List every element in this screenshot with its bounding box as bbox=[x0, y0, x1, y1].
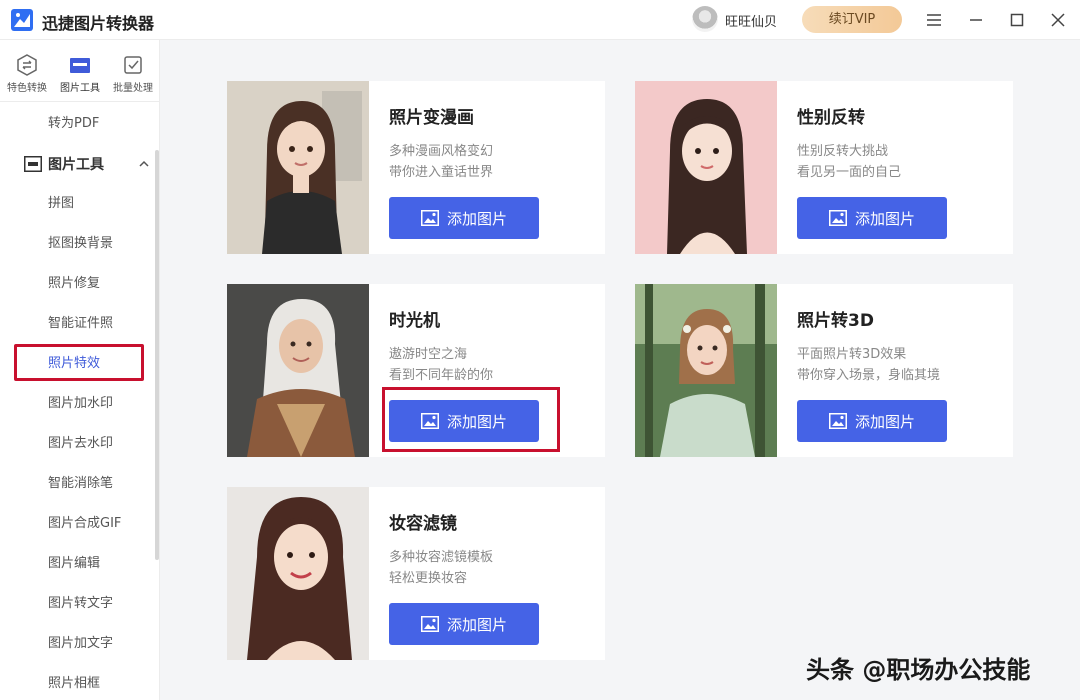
sidebar-top-tabs: 特色转换 图片工具 批量处理 bbox=[0, 40, 160, 102]
card-desc-line2: 轻松更换妆容 bbox=[389, 571, 468, 586]
image-add-icon bbox=[420, 210, 439, 226]
comic-portrait-image bbox=[227, 81, 369, 254]
sidebar-item-id-photo[interactable]: 智能证件照 bbox=[48, 314, 113, 334]
card-desc-line1: 平面照片转3D效果 bbox=[797, 347, 907, 362]
card-title: 照片转3D bbox=[797, 311, 874, 331]
sidebar-item-cutout[interactable]: 抠图换背景 bbox=[48, 234, 113, 254]
add-image-button[interactable]: 添加图片 bbox=[389, 603, 539, 645]
sidebar-item-photo-frame[interactable]: 照片相框 bbox=[48, 674, 100, 694]
avatar[interactable] bbox=[692, 6, 718, 32]
button-highlight-box bbox=[382, 387, 560, 452]
add-image-label: 添加图片 bbox=[854, 412, 915, 431]
sidebar-item-add-watermark[interactable]: 图片加水印 bbox=[48, 394, 113, 414]
image-add-icon bbox=[828, 413, 847, 429]
batch-icon bbox=[124, 56, 142, 74]
sidebar-scrollbar[interactable] bbox=[155, 150, 159, 560]
time-machine-portrait-image bbox=[227, 284, 369, 457]
tab-label: 图片工具 bbox=[60, 83, 100, 94]
sidebar-item-remove-watermark[interactable]: 图片去水印 bbox=[48, 434, 113, 454]
feature-card-comic: 照片变漫画 多种漫画风格变幻 带你进入童话世界 添加图片 bbox=[227, 81, 605, 254]
sidebar-item-smart-eraser[interactable]: 智能消除笔 bbox=[48, 474, 113, 494]
sidebar-item-add-text[interactable]: 图片加文字 bbox=[48, 634, 113, 654]
feature-card-makeup-filter: 妆容滤镜 多种妆容滤镜模板 轻松更换妆容 添加图片 bbox=[227, 487, 605, 660]
add-image-button[interactable]: 添加图片 bbox=[797, 400, 947, 442]
sidebar-item-photo-repair[interactable]: 照片修复 bbox=[48, 274, 100, 294]
card-title: 性别反转 bbox=[797, 108, 865, 128]
tab-special-convert[interactable]: 特色转换 bbox=[0, 40, 52, 102]
username[interactable]: 旺旺仙贝 bbox=[725, 11, 777, 30]
card-desc-line1: 多种漫画风格变幻 bbox=[389, 144, 494, 159]
tab-label: 批量处理 bbox=[113, 83, 153, 94]
card-title: 照片变漫画 bbox=[389, 108, 474, 128]
image-tools-icon bbox=[24, 156, 42, 172]
tab-image-tools[interactable]: 图片工具 bbox=[53, 40, 105, 102]
card-desc-line2: 看到不同年龄的你 bbox=[389, 368, 494, 383]
card-title: 妆容滤镜 bbox=[389, 514, 457, 534]
maximize-icon[interactable] bbox=[1005, 8, 1029, 32]
add-image-button[interactable]: 添加图片 bbox=[797, 197, 947, 239]
app-logo-icon bbox=[11, 9, 33, 31]
tab-batch[interactable]: 批量处理 bbox=[106, 40, 158, 102]
feature-card-gender-swap: 性别反转 性别反转大挑战 看见另一面的自己 添加图片 bbox=[635, 81, 1013, 254]
sidebar-item-to-pdf[interactable]: 转为PDF bbox=[48, 114, 99, 134]
card-desc-line1: 遨游时空之海 bbox=[389, 347, 468, 362]
close-icon[interactable] bbox=[1046, 8, 1070, 32]
card-desc-line1: 多种妆容滤镜模板 bbox=[389, 550, 494, 565]
sidebar-item-image-to-text[interactable]: 图片转文字 bbox=[48, 594, 113, 614]
image-tools-icon bbox=[70, 58, 90, 73]
add-image-label: 添加图片 bbox=[446, 209, 507, 228]
title-bar: 迅捷图片转换器 旺旺仙贝 续订VIP bbox=[0, 0, 1080, 40]
watermark-text: 头条 @职场办公技能 bbox=[806, 656, 1031, 684]
chevron-up-icon[interactable] bbox=[138, 158, 150, 170]
card-desc-line1: 性别反转大挑战 bbox=[797, 144, 889, 159]
minimize-icon[interactable] bbox=[964, 8, 988, 32]
sidebar-item-gif[interactable]: 图片合成GIF bbox=[48, 514, 121, 534]
sidebar-item-image-edit[interactable]: 图片编辑 bbox=[48, 554, 100, 574]
feature-card-3d: 照片转3D 平面照片转3D效果 带你穿入场景，身临其境 添加图片 bbox=[635, 284, 1013, 457]
image-add-icon bbox=[420, 616, 439, 632]
card-desc-line2: 看见另一面的自己 bbox=[797, 165, 902, 180]
menu-icon[interactable] bbox=[922, 8, 946, 32]
card-desc-line2: 带你进入童话世界 bbox=[389, 165, 494, 180]
group-label: 图片工具 bbox=[48, 157, 104, 173]
app-title: 迅捷图片转换器 bbox=[42, 14, 155, 33]
photo-3d-portrait-image bbox=[635, 284, 777, 457]
makeup-portrait-image bbox=[227, 487, 369, 660]
add-image-label: 添加图片 bbox=[854, 209, 915, 228]
renew-vip-button[interactable]: 续订VIP bbox=[802, 6, 902, 33]
selected-item-highlight bbox=[14, 344, 144, 381]
card-title: 时光机 bbox=[389, 311, 440, 331]
convert-icon bbox=[17, 54, 37, 76]
image-add-icon bbox=[828, 210, 847, 226]
main-content: 照片变漫画 多种漫画风格变幻 带你进入童话世界 添加图片 性别反转 性别反转大挑… bbox=[160, 40, 1080, 700]
add-image-label: 添加图片 bbox=[446, 615, 507, 634]
tab-label: 特色转换 bbox=[7, 83, 47, 94]
add-image-button[interactable]: 添加图片 bbox=[389, 197, 539, 239]
gender-swap-portrait-image bbox=[635, 81, 777, 254]
sidebar-group-image-tools[interactable]: 图片工具 bbox=[24, 152, 154, 176]
sidebar-item-puzzle[interactable]: 拼图 bbox=[48, 194, 74, 214]
card-desc-line2: 带你穿入场景，身临其境 bbox=[797, 368, 941, 383]
